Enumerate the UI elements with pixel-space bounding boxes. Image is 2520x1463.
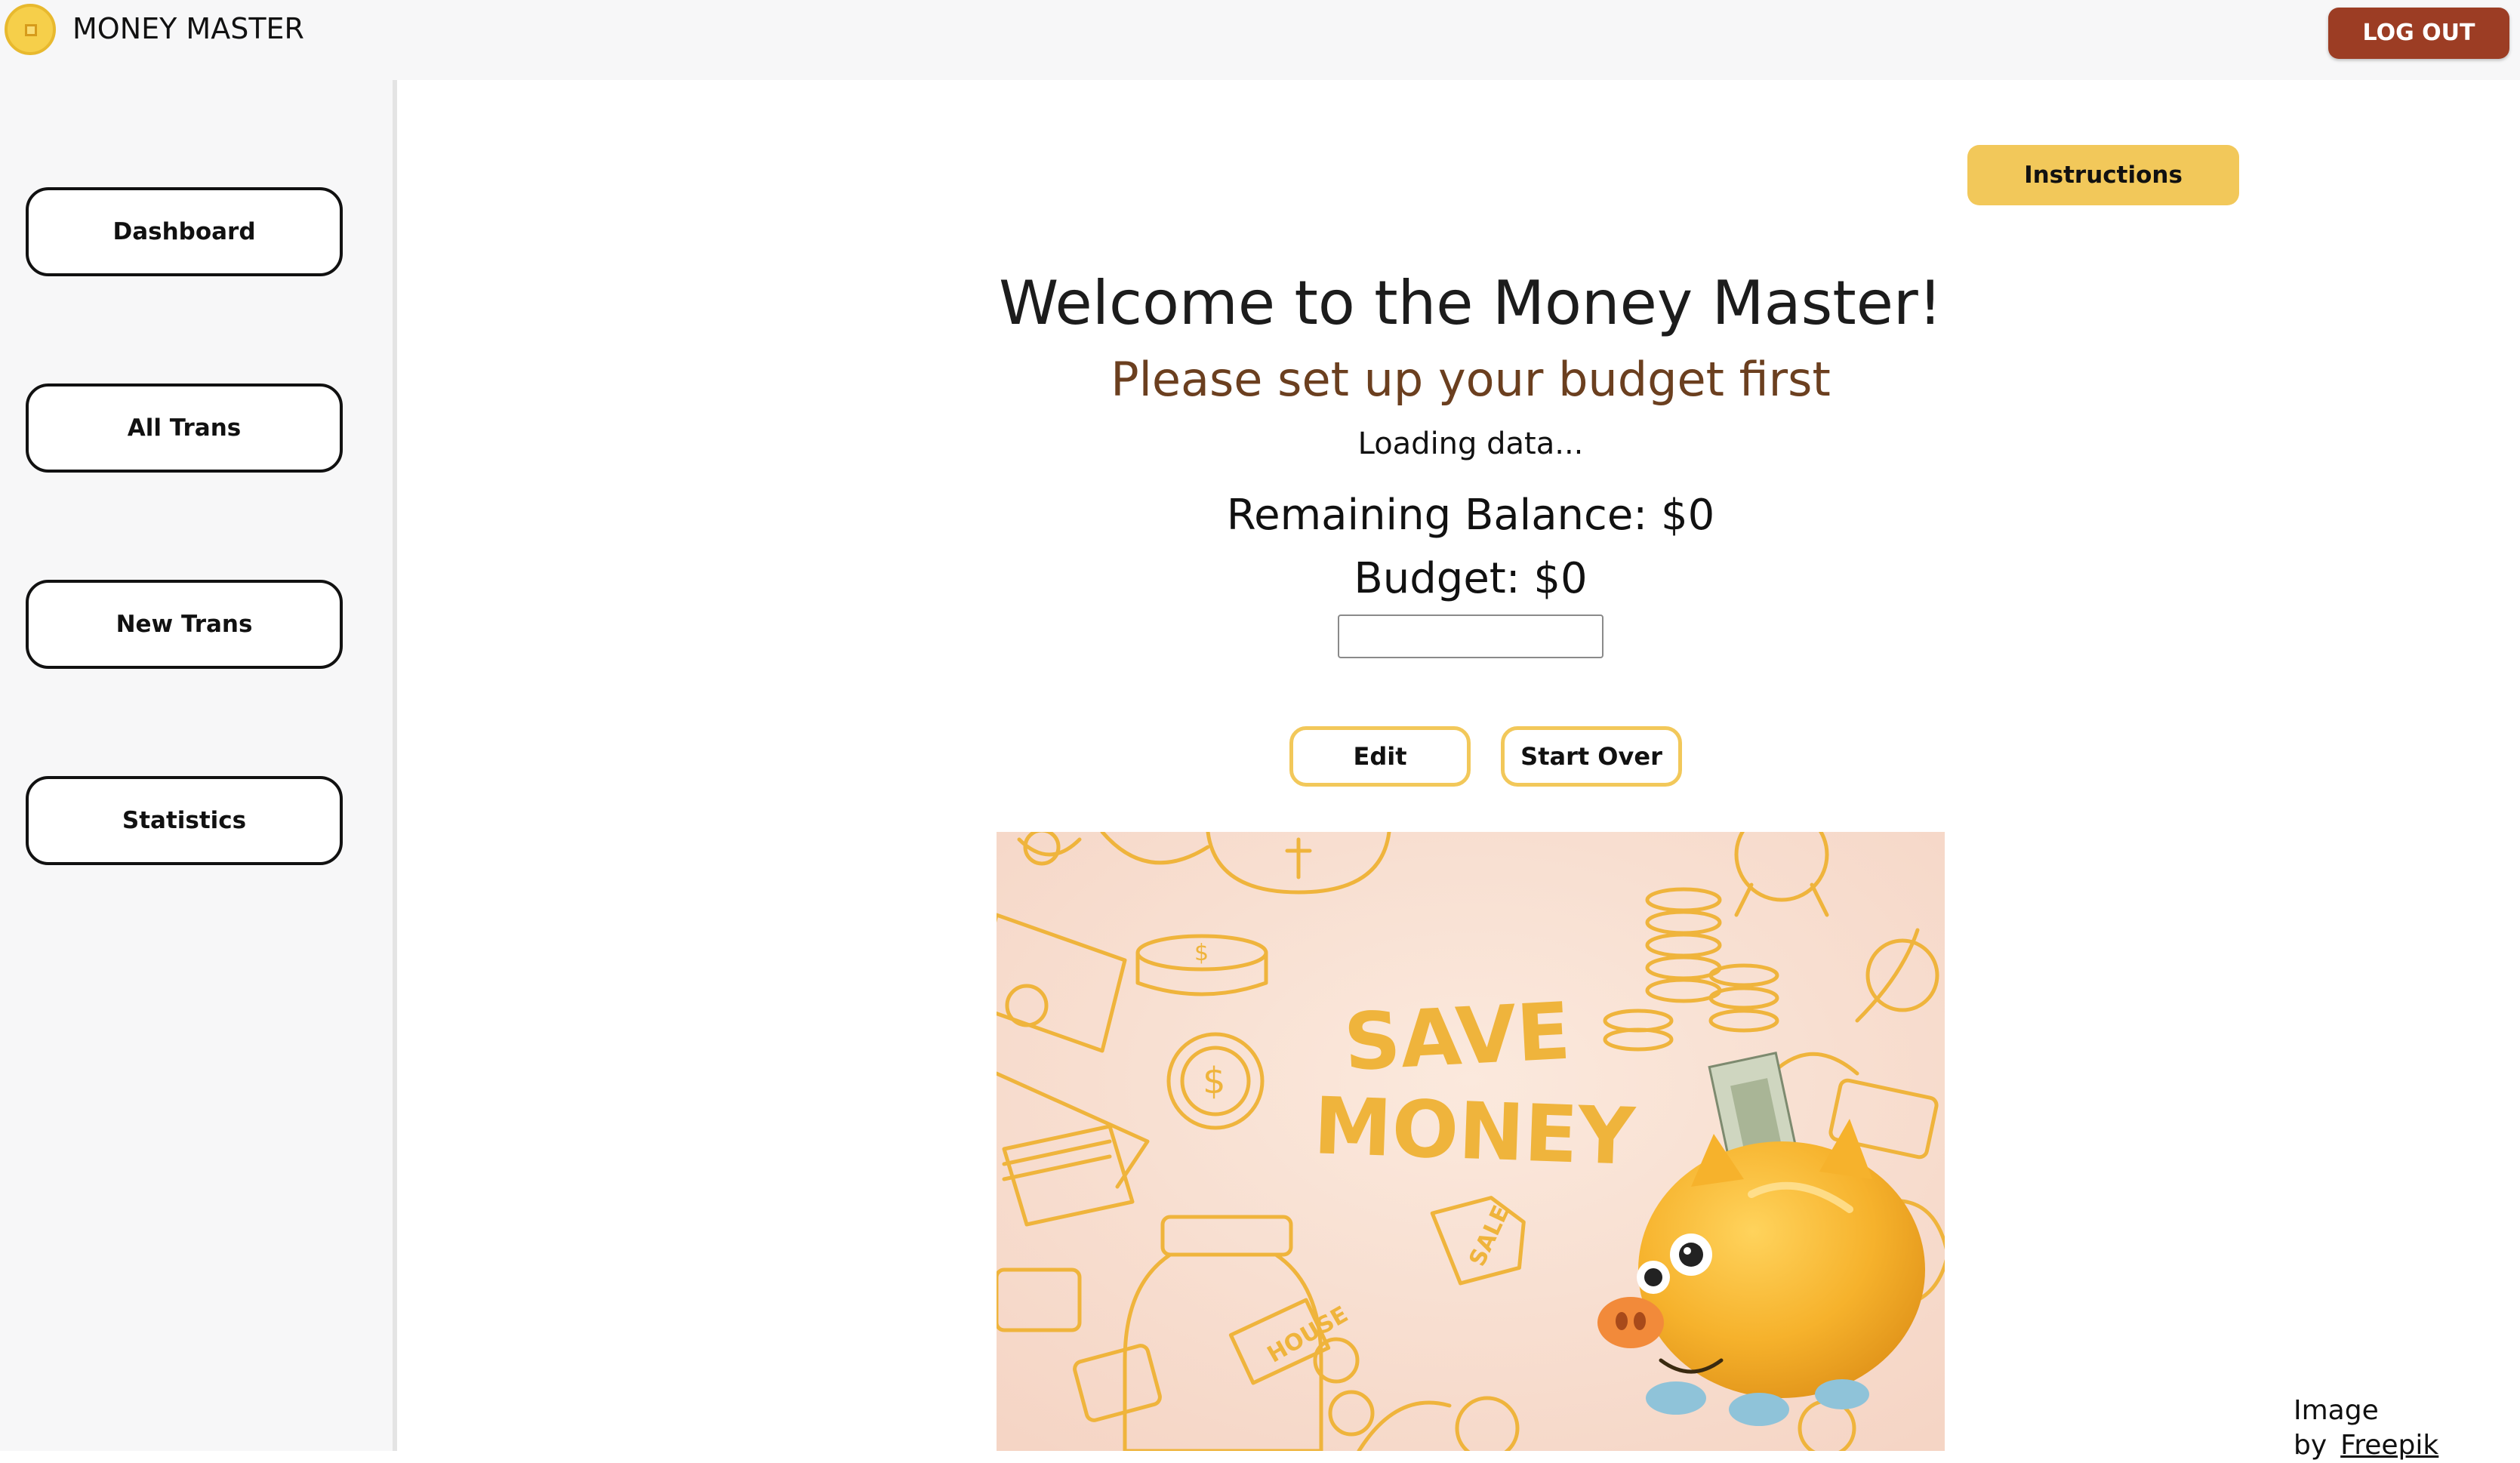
illustration-svg: $ $ SAVE MONEY HOUSE SALE <box>997 832 1945 1451</box>
sidebar-item-statistics[interactable]: Statistics <box>26 776 343 865</box>
instructions-button[interactable]: Instructions <box>1967 145 2239 205</box>
logo-square-icon <box>25 24 37 36</box>
image-credit: Image by Freepik <box>2294 1394 2520 1463</box>
app-title: MONEY MASTER <box>72 12 304 45</box>
remaining-balance: Remaining Balance: $0 <box>1226 491 1715 540</box>
coin-symbol-2: $ <box>1203 1060 1226 1102</box>
edit-button[interactable]: Edit <box>1289 726 1471 787</box>
sidebar: Dashboard All Trans New Trans Statistics <box>0 80 397 1451</box>
budget-value: Budget: $0 <box>1354 554 1588 603</box>
logout-button[interactable]: LOG OUT <box>2328 8 2509 59</box>
loading-status: Loading data... <box>1357 427 1584 461</box>
page-title: Welcome to the Money Master! <box>999 268 1942 338</box>
headline-money: MONEY <box>1312 1080 1637 1183</box>
save-money-illustration: $ $ SAVE MONEY HOUSE SALE <box>997 832 1945 1451</box>
top-bar: MONEY MASTER LOG OUT <box>0 0 2520 80</box>
start-over-button[interactable]: Start Over <box>1501 726 1682 787</box>
sidebar-item-all-trans[interactable]: All Trans <box>26 383 343 473</box>
freepik-link[interactable]: Freepik <box>2340 1430 2438 1461</box>
coin-symbol-1: $ <box>1194 940 1209 966</box>
sidebar-item-new-trans[interactable]: New Trans <box>26 580 343 669</box>
budget-input[interactable] <box>1338 614 1603 658</box>
sidebar-item-dashboard[interactable]: Dashboard <box>26 187 343 276</box>
page-subtitle: Please set up your budget first <box>1111 352 1831 407</box>
coin-logo-icon <box>5 4 56 55</box>
headline-save: SAVE <box>1342 985 1573 1089</box>
